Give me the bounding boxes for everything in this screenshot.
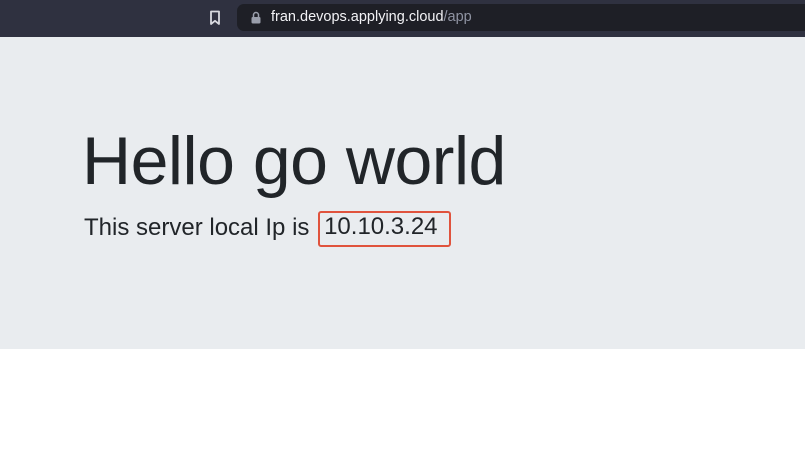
url-host: fran.devops.applying.cloud bbox=[271, 9, 444, 25]
url-text[interactable]: fran.devops.applying.cloud/app bbox=[271, 9, 472, 26]
lead-text: This server local Ip is 10.10.3.24 bbox=[84, 211, 451, 247]
bookmark-icon[interactable] bbox=[208, 10, 222, 26]
lead-prefix: This server local Ip is bbox=[84, 214, 310, 241]
address-bar[interactable]: fran.devops.applying.cloud/app bbox=[237, 4, 805, 31]
lock-icon bbox=[251, 11, 261, 24]
jumbotron: Hello go world This server local Ip is 1… bbox=[0, 37, 805, 349]
ip-address-highlight: 10.10.3.24 bbox=[318, 211, 451, 247]
browser-toolbar: fran.devops.applying.cloud/app bbox=[0, 0, 805, 37]
ip-address: 10.10.3.24 bbox=[324, 213, 438, 240]
page-title: Hello go world bbox=[82, 123, 506, 199]
url-path: /app bbox=[443, 9, 472, 25]
